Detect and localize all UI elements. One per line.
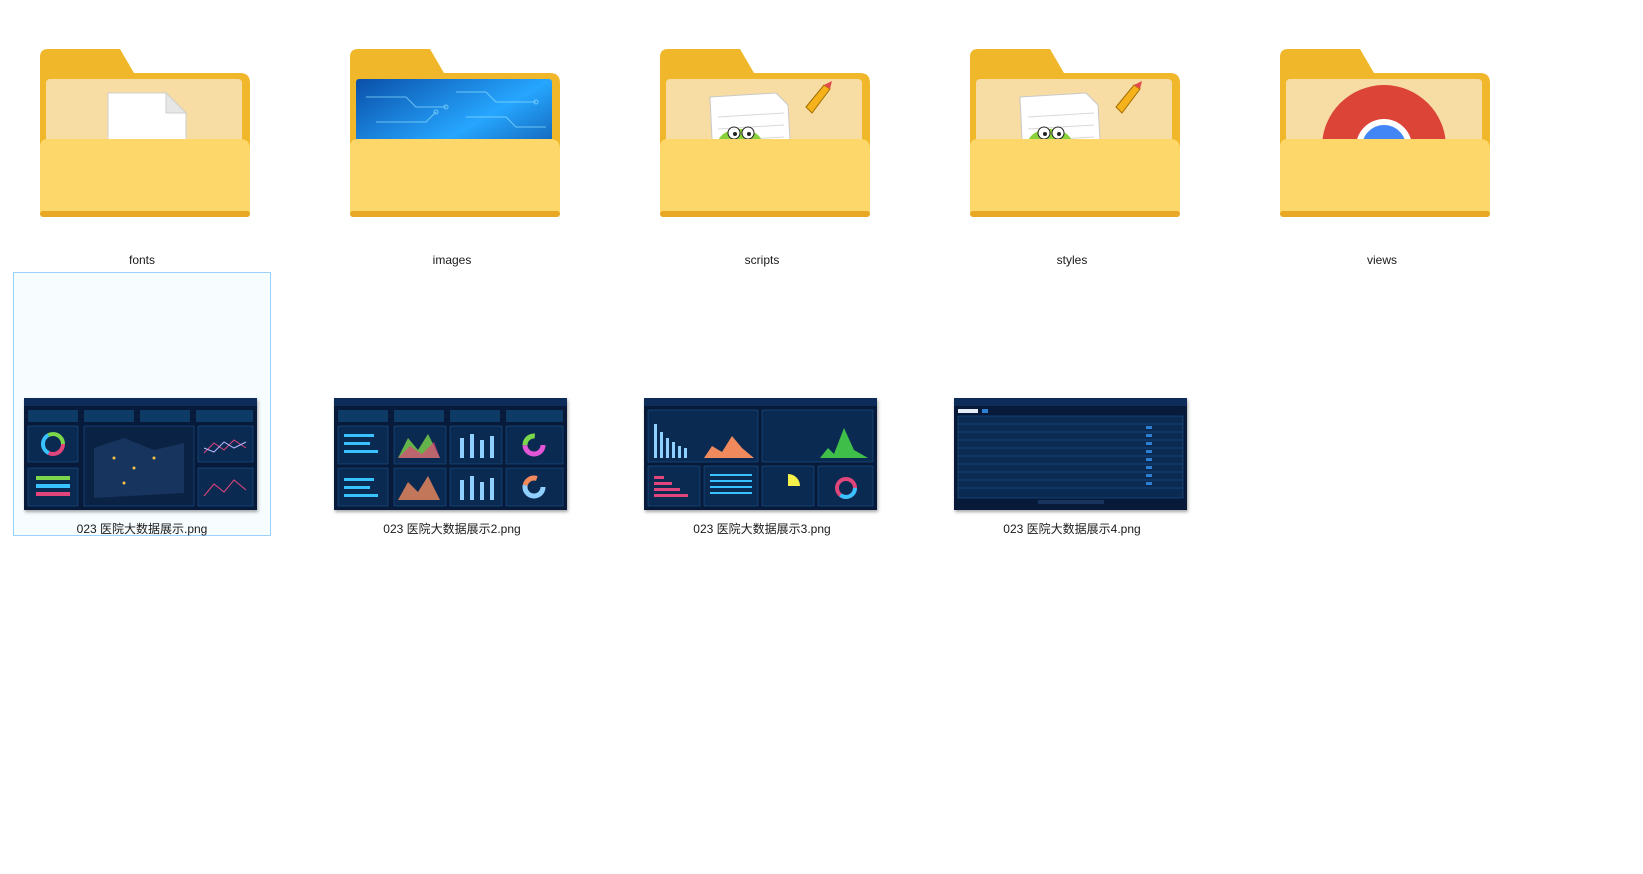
folder-label: fonts xyxy=(128,253,155,267)
folder-label: images xyxy=(432,253,472,267)
file-item-2[interactable]: 023 医院大数据展示2.png xyxy=(323,272,581,536)
file-grid: fonts images scripts styles views 023 医院… xyxy=(0,0,1643,874)
folder-label: styles xyxy=(1056,253,1088,267)
file-label: 023 医院大数据展示3.png xyxy=(693,522,831,536)
dashboard-thumbnail xyxy=(644,398,877,510)
file-item-1[interactable]: 023 医院大数据展示.png xyxy=(13,272,271,536)
file-label: 023 医院大数据展示4.png xyxy=(1003,522,1141,536)
folder-fonts[interactable]: fonts xyxy=(13,8,271,272)
dashboard-thumbnail xyxy=(954,398,1187,510)
folder-icon xyxy=(40,49,250,217)
folder-label: scripts xyxy=(744,253,780,267)
folder-icon xyxy=(970,49,1180,217)
file-label: 023 医院大数据展示.png xyxy=(76,522,208,536)
folder-styles[interactable]: styles xyxy=(943,8,1201,272)
folder-label: views xyxy=(1366,253,1397,267)
file-item-4[interactable]: 023 医院大数据展示4.png xyxy=(943,272,1201,536)
folder-icon xyxy=(1280,49,1490,217)
folder-icon xyxy=(350,49,560,217)
dashboard-thumbnail xyxy=(24,398,257,510)
file-label: 023 医院大数据展示2.png xyxy=(383,522,521,536)
folder-scripts[interactable]: scripts xyxy=(633,8,891,272)
folder-views[interactable]: views xyxy=(1253,8,1511,272)
file-item-3[interactable]: 023 医院大数据展示3.png xyxy=(633,272,891,536)
folder-images[interactable]: images xyxy=(323,8,581,272)
dashboard-thumbnail xyxy=(334,398,567,510)
folder-icon xyxy=(660,49,870,217)
